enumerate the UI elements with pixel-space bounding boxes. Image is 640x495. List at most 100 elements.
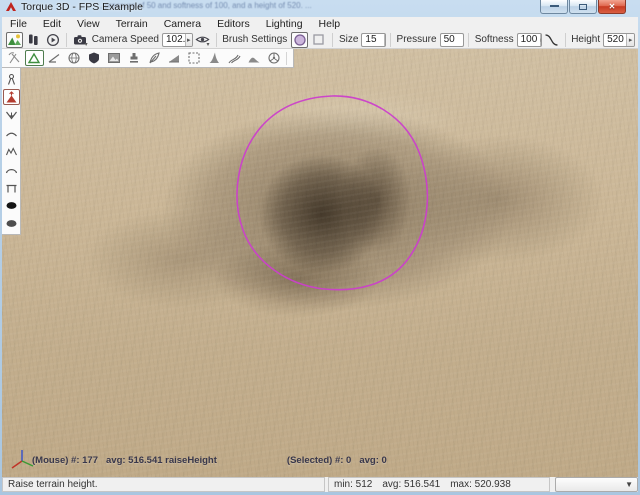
camera-speed-value[interactable]: 102.5 — [163, 34, 185, 45]
minimize-button[interactable] — [540, 0, 568, 14]
flatten-button[interactable] — [3, 161, 20, 177]
menu-file[interactable]: File — [2, 17, 35, 31]
lower-height-icon — [5, 109, 18, 122]
toolbar-separator — [468, 33, 469, 47]
object-editor-button[interactable] — [25, 32, 42, 48]
decal-editor-button[interactable] — [125, 50, 144, 66]
smooth-slope-icon — [5, 145, 18, 158]
menu-editors[interactable]: Editors — [209, 17, 258, 31]
mesh-road-editor-button[interactable] — [205, 50, 224, 66]
brush-stats-overlay: (Mouse) #: 177 avg: 516.541 raiseHeight … — [32, 455, 395, 466]
menu-lighting[interactable]: Lighting — [258, 17, 311, 31]
toolbar-separator — [332, 33, 333, 47]
brush-circle-button[interactable] — [291, 32, 308, 48]
clear-terrain-button[interactable] — [3, 197, 20, 213]
terrain-viewport[interactable]: (Mouse) #: 177 avg: 516.541 raiseHeight … — [2, 49, 638, 477]
visibility-menu-button[interactable]: ▾ — [194, 32, 211, 48]
app-window: , pressure of 50 and softness of 100, an… — [0, 0, 640, 495]
menu-help[interactable]: Help — [311, 17, 349, 31]
status-message: Raise terrain height. — [2, 477, 325, 492]
brush-square-button[interactable] — [310, 32, 327, 48]
restore-terrain-icon — [5, 217, 18, 230]
shape-editor-icon — [87, 51, 101, 65]
datablock-editor-button[interactable] — [105, 50, 124, 66]
status-dropdown[interactable]: ▼ — [555, 477, 638, 492]
material-editor-icon — [67, 51, 81, 65]
selected-avg-stat: avg: 0 — [359, 455, 386, 466]
play-icon — [46, 33, 60, 47]
raise-height-button[interactable] — [3, 89, 20, 105]
softness-spinner[interactable]: ▸ — [540, 34, 542, 46]
terrain-editor-icon — [27, 51, 41, 65]
panels-icon — [27, 33, 40, 46]
camera-speed-field[interactable]: 102.5 ▸ — [162, 33, 193, 47]
height-spinner[interactable]: ▸ — [626, 34, 634, 46]
height-field[interactable]: 520 ▸ — [603, 33, 635, 47]
minimize-icon — [550, 4, 559, 7]
softness-value[interactable]: 100 — [518, 34, 540, 45]
square-brush-icon — [312, 33, 325, 46]
pressure-value[interactable]: 50 — [441, 34, 463, 45]
road-editor-button[interactable] — [225, 50, 244, 66]
menu-edit[interactable]: Edit — [35, 17, 69, 31]
restore-terrain-button[interactable] — [3, 215, 20, 231]
smooth-slope-button[interactable] — [3, 143, 20, 159]
pressure-label: Pressure — [397, 34, 437, 45]
brush-settings-label: Brush Settings — [222, 34, 287, 45]
shape-editor-button[interactable] — [85, 50, 104, 66]
selection-box-icon — [187, 51, 201, 65]
material-editor-button[interactable] — [65, 50, 84, 66]
terrain-editor-button[interactable] — [25, 50, 44, 66]
camera-speed-spinner[interactable]: ▸ — [185, 34, 192, 46]
grab-terrain-button[interactable] — [3, 71, 20, 87]
mouse-avg-stat: avg: 516.541 raiseHeight — [106, 455, 217, 466]
pressure-field[interactable]: 50 ▸ — [440, 33, 464, 47]
toolbar-separator — [286, 52, 287, 65]
dune-icon — [247, 51, 261, 65]
terrain-painter-button[interactable] — [45, 50, 64, 66]
grab-terrain-icon — [5, 73, 18, 86]
menu-terrain[interactable]: Terrain — [108, 17, 156, 31]
close-button[interactable]: ✕ — [598, 0, 626, 14]
terrain-brush-palette — [2, 68, 21, 235]
falloff-curve-icon — [544, 33, 559, 47]
road-icon — [227, 51, 241, 65]
river-editor-button[interactable] — [165, 50, 184, 66]
maximize-button[interactable] — [569, 0, 597, 14]
toolbar-separator — [390, 33, 391, 47]
world-editor-button[interactable] — [6, 32, 23, 48]
smooth-button[interactable] — [3, 125, 20, 141]
menu-camera[interactable]: Camera — [156, 17, 209, 31]
terrain-mountain-icon — [7, 33, 22, 46]
size-field[interactable]: 15 ▸ — [361, 33, 385, 47]
particle-editor-button[interactable] — [145, 50, 164, 66]
camera-speed-label: Camera Speed — [92, 34, 159, 45]
toolbar-separator — [66, 33, 67, 47]
brush-outline — [2, 49, 638, 477]
camera-menu-button[interactable]: ▾ — [72, 32, 89, 48]
height-value[interactable]: 520 — [604, 34, 626, 45]
main-toolbar: ▾ Camera Speed 102.5 ▸ ▾ Brush Settings — [2, 31, 638, 49]
menu-view[interactable]: View — [69, 17, 108, 31]
lower-height-button[interactable] — [3, 107, 20, 123]
size-spinner[interactable]: ▸ — [384, 34, 385, 46]
pressure-spinner[interactable]: ▸ — [463, 34, 464, 46]
terrain-stats: min: 512 avg: 516.541 max: 520.938 — [328, 477, 550, 492]
close-icon: ✕ — [609, 2, 616, 11]
stamp-icon — [127, 51, 141, 65]
play-game-button[interactable] — [44, 32, 61, 48]
dropdown-caret-icon: ▾ — [207, 43, 210, 47]
title-bar[interactable]: , pressure of 50 and softness of 100, an… — [0, 0, 640, 17]
size-value[interactable]: 15 — [362, 34, 384, 45]
softness-field[interactable]: 100 ▸ — [517, 33, 542, 47]
navigation-editor-button[interactable] — [265, 50, 284, 66]
terrain-avg-stat: avg: 516.541 — [382, 479, 440, 490]
softness-curve-button[interactable] — [543, 32, 560, 48]
forest-editor-button[interactable] — [245, 50, 264, 66]
height-label: Height — [571, 34, 600, 45]
editor-tools-toolbar — [2, 49, 294, 68]
image-icon — [107, 51, 121, 65]
mission-area-editor-button[interactable] — [185, 50, 204, 66]
sketch-tool-button[interactable] — [5, 50, 24, 66]
set-height-button[interactable] — [3, 179, 20, 195]
